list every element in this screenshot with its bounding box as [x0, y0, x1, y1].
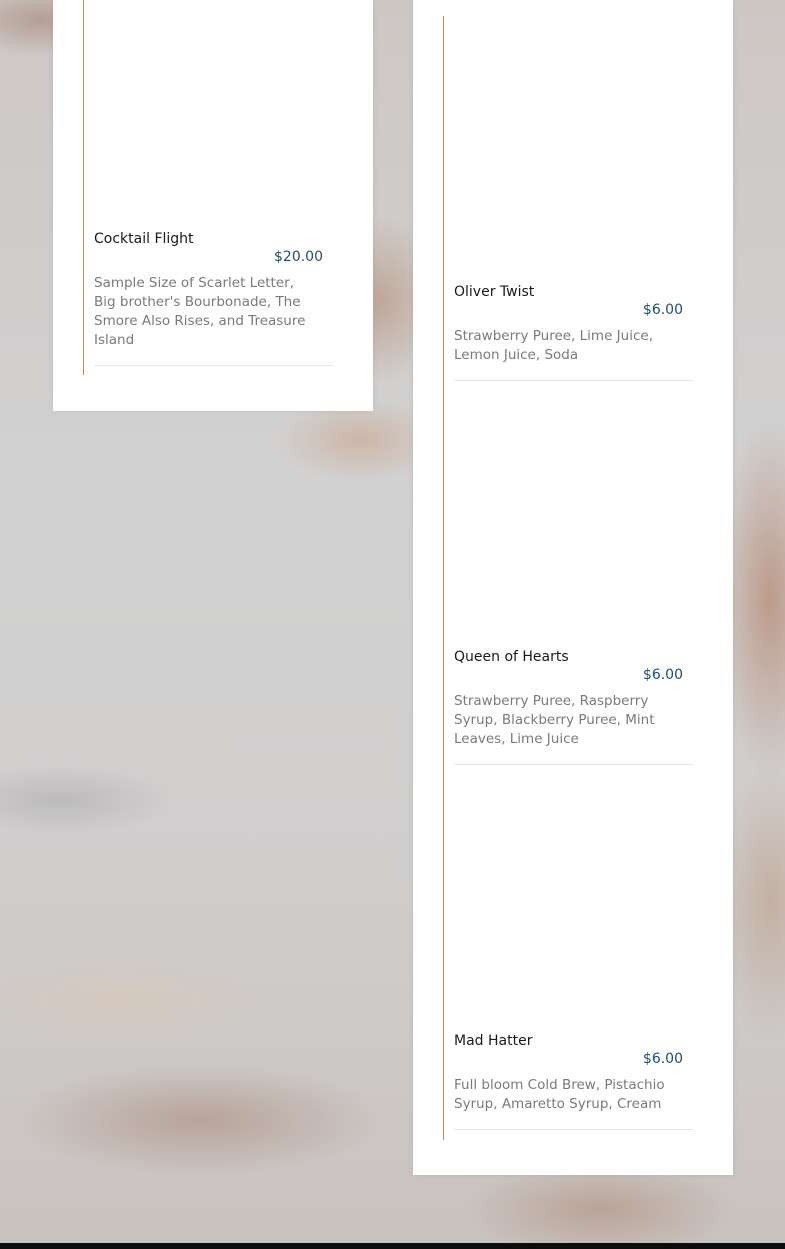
item-divider — [454, 1129, 693, 1130]
item-divider — [94, 365, 333, 366]
item-price: $6.00 — [642, 667, 683, 683]
accent-rule — [443, 16, 444, 1140]
menu-card-left: Cocktail Flight $20.00 Sample Size of Sc… — [53, 0, 373, 411]
menu-card-right: Oliver Twist $6.00 Strawberry Puree, Lim… — [413, 0, 733, 1175]
item-price: $6.00 — [642, 1051, 683, 1067]
item-description: Strawberry Puree, Lime Juice, Lemon Juic… — [454, 328, 653, 363]
footer-bar — [0, 1243, 785, 1249]
item-divider — [454, 764, 693, 765]
item-description: Full bloom Cold Brew, Pistachio Syrup, A… — [454, 1077, 665, 1112]
item-description: Sample Size of Scarlet Letter, Big broth… — [94, 275, 306, 348]
item-divider — [454, 380, 693, 381]
item-price: $6.00 — [642, 302, 683, 318]
item-name: Oliver Twist — [454, 284, 535, 300]
item-description: Strawberry Puree, Raspberry Syrup, Black… — [454, 693, 655, 747]
item-name: Queen of Hearts — [454, 649, 569, 665]
item-name: Mad Hatter — [454, 1033, 533, 1049]
item-price: $20.00 — [274, 249, 323, 265]
accent-rule — [83, 0, 84, 375]
item-name: Cocktail Flight — [94, 231, 194, 247]
